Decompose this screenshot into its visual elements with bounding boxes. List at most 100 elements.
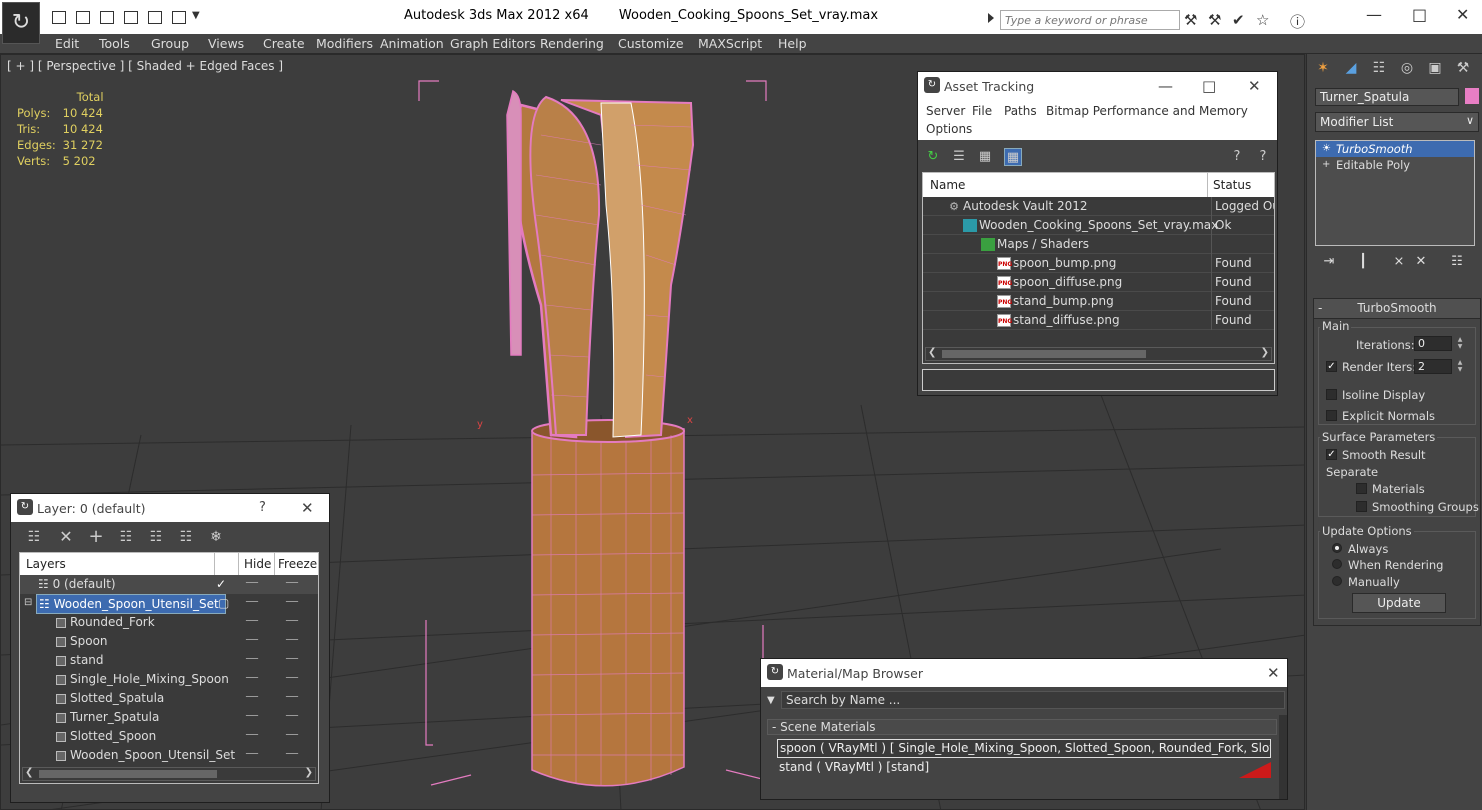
- column-status[interactable]: Status: [1213, 178, 1251, 192]
- column-freeze[interactable]: Freeze: [278, 557, 317, 571]
- freeze-toggle[interactable]: ──: [286, 689, 298, 707]
- freeze-toggle[interactable]: ──: [286, 670, 298, 688]
- asset-row[interactable]: PNGstand_bump.png Found: [923, 292, 1274, 311]
- minimize-icon[interactable]: —: [1158, 77, 1173, 95]
- minimize-icon[interactable]: —: [1366, 5, 1382, 24]
- scroll-left-icon[interactable]: ❮: [928, 347, 936, 358]
- create-layer-icon[interactable]: ☷: [23, 528, 45, 546]
- motion-tab-icon[interactable]: ◎: [1397, 60, 1417, 80]
- material-browser-titlebar[interactable]: ↻ Material/Map Browser ✕: [761, 659, 1287, 687]
- hide-toggle[interactable]: ──: [246, 632, 258, 650]
- menu-animation[interactable]: Animation: [380, 36, 444, 51]
- iterations-spin-arrows[interactable]: ▲ ▼: [1456, 336, 1464, 351]
- freeze-toggle[interactable]: ──: [286, 746, 298, 764]
- object-row[interactable]: Spoon ── ──: [20, 632, 318, 651]
- column-name[interactable]: Name: [930, 178, 965, 192]
- search-expand-icon[interactable]: [988, 13, 994, 23]
- column-layers[interactable]: Layers: [26, 557, 66, 571]
- asset-row[interactable]: ⚙ Autodesk Vault 2012 Logged Out: [923, 197, 1274, 216]
- set-current-layer-icon[interactable]: ▢: [218, 594, 229, 612]
- separate-smoothing-groups-checkbox[interactable]: [1356, 501, 1367, 512]
- iterations-spinner[interactable]: 0: [1414, 336, 1452, 351]
- freeze-toggle[interactable]: ──: [286, 708, 298, 726]
- maximize-icon[interactable]: □: [1412, 5, 1427, 24]
- menu-rendering[interactable]: Rendering: [540, 36, 604, 51]
- close-icon[interactable]: ✕: [1456, 5, 1469, 24]
- favorites-star-icon[interactable]: ☆: [1256, 11, 1269, 29]
- rollout-header[interactable]: - TurboSmooth: [1314, 299, 1480, 319]
- app-menu-button[interactable]: ↻: [2, 2, 40, 44]
- new-icon[interactable]: [100, 11, 114, 24]
- menu-edit[interactable]: Edit: [55, 36, 79, 51]
- object-row[interactable]: Slotted_Spatula ── ──: [20, 689, 318, 708]
- object-row[interactable]: Rounded_Fork ── ──: [20, 613, 318, 632]
- search-input[interactable]: Type a keyword or phrase: [1000, 10, 1180, 30]
- update-button[interactable]: Update: [1352, 593, 1446, 613]
- undo-icon[interactable]: [148, 11, 162, 24]
- save-icon[interactable]: [76, 11, 90, 24]
- display-tab-icon[interactable]: ▣: [1425, 60, 1445, 80]
- layer-row[interactable]: ☷ 0 (default) ✓ ── ──: [20, 575, 318, 594]
- help-icon[interactable]: ?: [1228, 148, 1246, 166]
- isoline-display-checkbox[interactable]: [1326, 389, 1337, 400]
- menu-server[interactable]: Server: [926, 104, 965, 118]
- viewport-label[interactable]: [ + ] [ Perspective ] [ Shaded + Edged F…: [7, 59, 283, 73]
- smooth-result-checkbox[interactable]: ✓: [1326, 449, 1337, 460]
- freeze-toggle[interactable]: ──: [286, 594, 298, 612]
- close-icon[interactable]: ✕: [301, 499, 314, 517]
- hide-toggle[interactable]: ──: [246, 613, 258, 631]
- lightbulb-icon[interactable]: ☀: [1322, 141, 1331, 157]
- hide-toggle[interactable]: ──: [246, 594, 258, 612]
- show-end-result-icon[interactable]: ┃: [1355, 254, 1371, 270]
- modify-tab-icon[interactable]: ◢: [1341, 60, 1361, 80]
- asset-path-field[interactable]: [922, 369, 1275, 391]
- thumbnail-view-icon[interactable]: ▦: [976, 148, 994, 166]
- help-button[interactable]: ?: [259, 500, 266, 515]
- scrollbar-thumb[interactable]: [942, 350, 1146, 358]
- subscription-icon[interactable]: ⚒: [1208, 11, 1221, 29]
- refresh-icon[interactable]: ↻: [924, 148, 942, 166]
- menu-file[interactable]: File: [972, 104, 992, 118]
- object-color-swatch[interactable]: [1465, 88, 1479, 104]
- search-options-icon[interactable]: ▼: [767, 695, 775, 706]
- update-always-radio[interactable]: [1332, 543, 1342, 553]
- object-row[interactable]: stand ── ──: [20, 651, 318, 670]
- close-icon[interactable]: ✕: [1267, 664, 1280, 682]
- table-view-icon[interactable]: ▦: [1004, 148, 1022, 166]
- menu-customize[interactable]: Customize: [618, 36, 684, 51]
- object-row[interactable]: Single_Hole_Mixing_Spoon ── ──: [20, 670, 318, 689]
- layer-horizontal-scrollbar[interactable]: ❮ ❯: [22, 767, 316, 781]
- hide-toggle[interactable]: ──: [246, 670, 258, 688]
- configure-sets-icon[interactable]: ☷: [1449, 254, 1465, 270]
- freeze-toggle[interactable]: ──: [286, 575, 298, 593]
- object-row[interactable]: Wooden_Spoon_Utensil_Set ── ──: [20, 746, 318, 765]
- utilities-tab-icon[interactable]: ⚒: [1453, 60, 1473, 80]
- asset-horizontal-scrollbar[interactable]: ❮ ❯: [925, 347, 1272, 361]
- asset-row[interactable]: Wooden_Cooking_Spoons_Set_vray.max Ok: [923, 216, 1274, 235]
- freeze-toggle[interactable]: ──: [286, 651, 298, 669]
- hide-toggle[interactable]: ──: [246, 708, 258, 726]
- layer-row[interactable]: ⊟ ☷ Wooden_Spoon_Utensil_Set ▢ ── ──: [20, 594, 318, 614]
- menu-bitmap-performance[interactable]: Bitmap Performance and Memory: [1046, 104, 1248, 118]
- freeze-toggle[interactable]: ──: [286, 632, 298, 650]
- object-name-field[interactable]: Turner_Spatula: [1315, 88, 1459, 106]
- scroll-right-icon[interactable]: ❯: [1261, 347, 1269, 358]
- create-tab-icon[interactable]: ✶: [1313, 60, 1333, 80]
- close-icon[interactable]: ✕: [1248, 77, 1261, 95]
- quick-access-dropdown-icon[interactable]: ▼: [192, 10, 200, 21]
- maximize-icon[interactable]: □: [1202, 77, 1216, 95]
- list-view-icon[interactable]: ☰: [950, 148, 968, 166]
- material-item-spoon[interactable]: spoon ( VRayMtl ) [ Single_Hole_Mixing_S…: [777, 739, 1271, 758]
- menu-group[interactable]: Group: [151, 36, 189, 51]
- asset-row[interactable]: PNGspoon_diffuse.png Found: [923, 273, 1274, 292]
- freeze-toggle[interactable]: ──: [286, 727, 298, 745]
- collapse-icon[interactable]: ⊟: [24, 594, 32, 612]
- scroll-right-icon[interactable]: ❯: [305, 767, 313, 778]
- menu-help[interactable]: Help: [778, 36, 807, 51]
- menu-tools[interactable]: Tools: [99, 36, 130, 51]
- hide-all-layers-icon[interactable]: ☷: [175, 528, 197, 546]
- expand-plus-icon[interactable]: +: [1322, 157, 1330, 173]
- stack-item-turbosmooth[interactable]: ☀ TurboSmooth: [1316, 141, 1474, 157]
- help-icon[interactable]: ⓘ: [1290, 11, 1305, 32]
- asset-tracking-titlebar[interactable]: ↻ Asset Tracking — □ ✕: [918, 72, 1277, 100]
